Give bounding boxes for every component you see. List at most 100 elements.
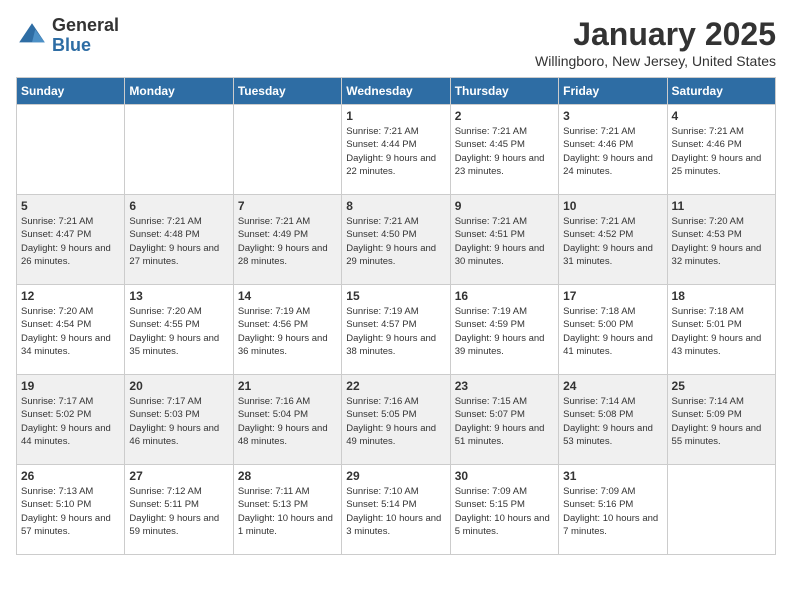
day-number: 11 xyxy=(672,199,771,213)
day-info: Sunrise: 7:21 AM Sunset: 4:46 PM Dayligh… xyxy=(672,125,771,178)
day-number: 17 xyxy=(563,289,662,303)
day-info: Sunrise: 7:20 AM Sunset: 4:54 PM Dayligh… xyxy=(21,305,120,358)
calendar-day-cell: 14 Sunrise: 7:19 AM Sunset: 4:56 PM Dayli… xyxy=(233,285,341,375)
calendar-week-row: 5 Sunrise: 7:21 AM Sunset: 4:47 PM Daylig… xyxy=(17,195,776,285)
day-number: 8 xyxy=(346,199,445,213)
calendar-table: SundayMondayTuesdayWednesdayThursdayFrid… xyxy=(16,77,776,555)
calendar-day-cell: 16 Sunrise: 7:19 AM Sunset: 4:59 PM Dayli… xyxy=(450,285,558,375)
day-number: 15 xyxy=(346,289,445,303)
day-number: 25 xyxy=(672,379,771,393)
calendar-day-cell: 13 Sunrise: 7:20 AM Sunset: 4:55 PM Dayli… xyxy=(125,285,233,375)
calendar-week-row: 1 Sunrise: 7:21 AM Sunset: 4:44 PM Daylig… xyxy=(17,105,776,195)
day-number: 29 xyxy=(346,469,445,483)
calendar-day-cell: 25Sunrise: 7:14 AM Sunset: 5:09 PM Dayli… xyxy=(667,375,775,465)
day-info: Sunrise: 7:15 AM Sunset: 5:07 PM Dayligh… xyxy=(455,395,554,448)
column-header-monday: Monday xyxy=(125,78,233,105)
day-number: 20 xyxy=(129,379,228,393)
logo-icon xyxy=(16,20,48,52)
logo-blue-text: Blue xyxy=(52,36,119,56)
day-info: Sunrise: 7:21 AM Sunset: 4:45 PM Dayligh… xyxy=(455,125,554,178)
day-info: Sunrise: 7:21 AM Sunset: 4:52 PM Dayligh… xyxy=(563,215,662,268)
day-info: Sunrise: 7:18 AM Sunset: 5:01 PM Dayligh… xyxy=(672,305,771,358)
day-number: 16 xyxy=(455,289,554,303)
day-info: Sunrise: 7:17 AM Sunset: 5:02 PM Dayligh… xyxy=(21,395,120,448)
calendar-day-cell: 31Sunrise: 7:09 AM Sunset: 5:16 PM Dayli… xyxy=(559,465,667,555)
calendar-week-row: 12 Sunrise: 7:20 AM Sunset: 4:54 PM Dayli… xyxy=(17,285,776,375)
calendar-day-cell: 27 Sunrise: 7:12 AM Sunset: 5:11 PM Dayli… xyxy=(125,465,233,555)
day-number: 14 xyxy=(238,289,337,303)
day-number: 4 xyxy=(672,109,771,123)
calendar-week-row: 26 Sunrise: 7:13 AM Sunset: 5:10 PM Dayli… xyxy=(17,465,776,555)
day-info: Sunrise: 7:19 AM Sunset: 4:59 PM Dayligh… xyxy=(455,305,554,358)
calendar-week-row: 19Sunrise: 7:17 AM Sunset: 5:02 PM Dayli… xyxy=(17,375,776,465)
calendar-header-row: SundayMondayTuesdayWednesdayThursdayFrid… xyxy=(17,78,776,105)
day-info: Sunrise: 7:21 AM Sunset: 4:48 PM Dayligh… xyxy=(129,215,228,268)
calendar-day-cell: 24Sunrise: 7:14 AM Sunset: 5:08 PM Dayli… xyxy=(559,375,667,465)
day-info: Sunrise: 7:16 AM Sunset: 5:04 PM Dayligh… xyxy=(238,395,337,448)
day-info: Sunrise: 7:21 AM Sunset: 4:44 PM Dayligh… xyxy=(346,125,445,178)
calendar-day-cell: 23 Sunrise: 7:15 AM Sunset: 5:07 PM Dayli… xyxy=(450,375,558,465)
day-number: 2 xyxy=(455,109,554,123)
day-number: 12 xyxy=(21,289,120,303)
column-header-thursday: Thursday xyxy=(450,78,558,105)
calendar-day-cell: 4 Sunrise: 7:21 AM Sunset: 4:46 PM Daylig… xyxy=(667,105,775,195)
calendar-day-cell xyxy=(125,105,233,195)
calendar-day-cell: 20 Sunrise: 7:17 AM Sunset: 5:03 PM Dayli… xyxy=(125,375,233,465)
calendar-day-cell: 26 Sunrise: 7:13 AM Sunset: 5:10 PM Dayli… xyxy=(17,465,125,555)
day-info: Sunrise: 7:18 AM Sunset: 5:00 PM Dayligh… xyxy=(563,305,662,358)
day-number: 28 xyxy=(238,469,337,483)
day-number: 30 xyxy=(455,469,554,483)
day-info: Sunrise: 7:12 AM Sunset: 5:11 PM Dayligh… xyxy=(129,485,228,538)
day-number: 23 xyxy=(455,379,554,393)
day-info: Sunrise: 7:09 AM Sunset: 5:16 PM Dayligh… xyxy=(563,485,662,538)
calendar-day-cell: 28 Sunrise: 7:11 AM Sunset: 5:13 PM Dayli… xyxy=(233,465,341,555)
calendar-day-cell: 9Sunrise: 7:21 AM Sunset: 4:51 PM Daylig… xyxy=(450,195,558,285)
logo-text: General Blue xyxy=(52,16,119,56)
day-info: Sunrise: 7:11 AM Sunset: 5:13 PM Dayligh… xyxy=(238,485,337,538)
column-header-sunday: Sunday xyxy=(17,78,125,105)
calendar-day-cell: 3 Sunrise: 7:21 AM Sunset: 4:46 PM Daylig… xyxy=(559,105,667,195)
calendar-day-cell: 2 Sunrise: 7:21 AM Sunset: 4:45 PM Daylig… xyxy=(450,105,558,195)
day-info: Sunrise: 7:21 AM Sunset: 4:47 PM Dayligh… xyxy=(21,215,120,268)
calendar-day-cell: 11 Sunrise: 7:20 AM Sunset: 4:53 PM Dayli… xyxy=(667,195,775,285)
day-info: Sunrise: 7:21 AM Sunset: 4:46 PM Dayligh… xyxy=(563,125,662,178)
day-info: Sunrise: 7:20 AM Sunset: 4:55 PM Dayligh… xyxy=(129,305,228,358)
column-header-wednesday: Wednesday xyxy=(342,78,450,105)
calendar-day-cell: 29 Sunrise: 7:10 AM Sunset: 5:14 PM Dayli… xyxy=(342,465,450,555)
calendar-day-cell xyxy=(17,105,125,195)
day-info: Sunrise: 7:10 AM Sunset: 5:14 PM Dayligh… xyxy=(346,485,445,538)
day-number: 1 xyxy=(346,109,445,123)
day-number: 10 xyxy=(563,199,662,213)
calendar-day-cell: 7 Sunrise: 7:21 AM Sunset: 4:49 PM Daylig… xyxy=(233,195,341,285)
calendar-day-cell: 17 Sunrise: 7:18 AM Sunset: 5:00 PM Dayli… xyxy=(559,285,667,375)
day-number: 13 xyxy=(129,289,228,303)
calendar-day-cell: 19Sunrise: 7:17 AM Sunset: 5:02 PM Dayli… xyxy=(17,375,125,465)
day-info: Sunrise: 7:16 AM Sunset: 5:05 PM Dayligh… xyxy=(346,395,445,448)
calendar-day-cell: 8Sunrise: 7:21 AM Sunset: 4:50 PM Daylig… xyxy=(342,195,450,285)
calendar-day-cell: 18 Sunrise: 7:18 AM Sunset: 5:01 PM Dayli… xyxy=(667,285,775,375)
day-number: 5 xyxy=(21,199,120,213)
day-info: Sunrise: 7:21 AM Sunset: 4:49 PM Dayligh… xyxy=(238,215,337,268)
logo-general-text: General xyxy=(52,16,119,36)
day-number: 22 xyxy=(346,379,445,393)
day-number: 27 xyxy=(129,469,228,483)
calendar-day-cell: 5 Sunrise: 7:21 AM Sunset: 4:47 PM Daylig… xyxy=(17,195,125,285)
day-number: 26 xyxy=(21,469,120,483)
day-info: Sunrise: 7:09 AM Sunset: 5:15 PM Dayligh… xyxy=(455,485,554,538)
day-info: Sunrise: 7:20 AM Sunset: 4:53 PM Dayligh… xyxy=(672,215,771,268)
day-info: Sunrise: 7:17 AM Sunset: 5:03 PM Dayligh… xyxy=(129,395,228,448)
calendar-day-cell: 10 Sunrise: 7:21 AM Sunset: 4:52 PM Dayli… xyxy=(559,195,667,285)
day-info: Sunrise: 7:13 AM Sunset: 5:10 PM Dayligh… xyxy=(21,485,120,538)
column-header-tuesday: Tuesday xyxy=(233,78,341,105)
day-info: Sunrise: 7:19 AM Sunset: 4:57 PM Dayligh… xyxy=(346,305,445,358)
calendar-day-cell: 21Sunrise: 7:16 AM Sunset: 5:04 PM Dayli… xyxy=(233,375,341,465)
day-number: 3 xyxy=(563,109,662,123)
day-info: Sunrise: 7:14 AM Sunset: 5:08 PM Dayligh… xyxy=(563,395,662,448)
day-info: Sunrise: 7:19 AM Sunset: 4:56 PM Dayligh… xyxy=(238,305,337,358)
day-number: 9 xyxy=(455,199,554,213)
calendar-day-cell: 22 Sunrise: 7:16 AM Sunset: 5:05 PM Dayli… xyxy=(342,375,450,465)
day-number: 7 xyxy=(238,199,337,213)
day-number: 18 xyxy=(672,289,771,303)
page-header: General Blue January 2025 Willingboro, N… xyxy=(16,16,776,69)
calendar-day-cell: 15 Sunrise: 7:19 AM Sunset: 4:57 PM Dayli… xyxy=(342,285,450,375)
